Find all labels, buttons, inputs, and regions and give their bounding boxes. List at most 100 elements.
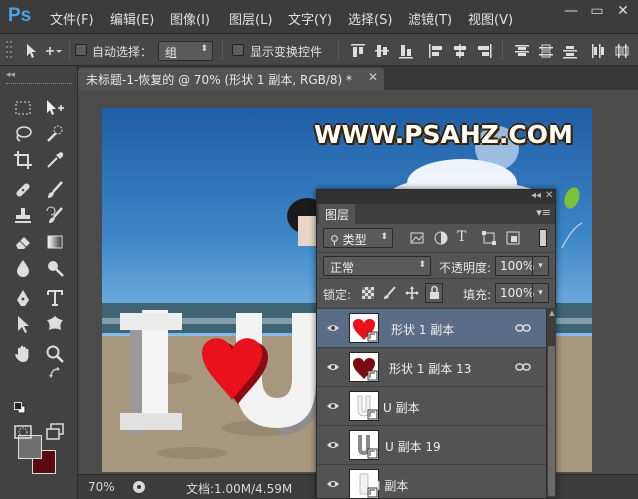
scrollbar-thumb[interactable] — [548, 346, 555, 496]
type-tool-icon[interactable] — [42, 286, 68, 310]
lock-all-icon[interactable] — [425, 283, 443, 303]
distribute-top-icon[interactable] — [514, 43, 530, 59]
filter-shape-icon[interactable] — [481, 230, 497, 246]
auto-select-dropdown[interactable]: 组 ⬍ — [158, 41, 213, 61]
chevron-down-icon[interactable]: ▾ — [532, 284, 548, 302]
menu-file[interactable]: 文件(F) — [50, 9, 94, 28]
align-bottom-icon[interactable] — [398, 43, 414, 59]
layer-row[interactable]: U 副本 — [317, 386, 546, 425]
lock-pixels-icon[interactable] — [383, 286, 397, 300]
zoom-tool-icon[interactable] — [42, 342, 68, 366]
zoom-level[interactable]: 70% — [88, 480, 115, 494]
eyedropper-tool-icon[interactable] — [42, 148, 68, 172]
layer-row[interactable]: 形状 1 副本 13 — [317, 347, 546, 386]
brush-tool-icon[interactable] — [42, 178, 68, 202]
clone-stamp-tool-icon[interactable] — [10, 204, 36, 228]
quick-selection-tool-icon[interactable] — [42, 122, 68, 146]
menu-edit[interactable]: 编辑(E) — [110, 9, 154, 28]
panel-menu-icon[interactable]: ▾≡ — [536, 206, 551, 219]
filter-kind-dropdown[interactable]: ⚲ 类型 ⬍ — [323, 228, 393, 248]
default-colors-icon[interactable] — [14, 402, 26, 414]
status-menu-icon[interactable] — [132, 480, 146, 494]
layer-row[interactable]: 形状 1 副本 — [317, 308, 546, 347]
blend-row: 正常 ⬍ 不透明度: 100% ▾ — [317, 252, 555, 278]
marquee-tool-icon[interactable] — [10, 96, 36, 120]
opacity-field[interactable]: 100% ▾ — [495, 256, 549, 276]
tab-layers[interactable]: 图层 — [319, 204, 356, 224]
align-top-icon[interactable] — [350, 43, 366, 59]
align-right-icon[interactable] — [476, 43, 492, 59]
eye-icon[interactable] — [326, 321, 340, 335]
separator — [338, 40, 339, 60]
history-brush-tool-icon[interactable] — [42, 204, 68, 228]
minimize-button[interactable]: — — [560, 2, 582, 22]
layer-row[interactable]: U 副本 19 — [317, 425, 546, 464]
menu-select[interactable]: 选择(S) — [348, 9, 392, 28]
document-tab-row: 未标题-1-恢复的 @ 70% (形状 1 副本, RGB/8) * ✕ — [0, 66, 638, 90]
path-selection-tool-icon[interactable] — [10, 312, 36, 336]
move-tool-icon[interactable] — [42, 96, 68, 120]
menu-filter[interactable]: 滤镜(T) — [408, 9, 452, 28]
collapse-icon[interactable]: ◂◂ — [6, 70, 15, 80]
filter-smart-object-icon[interactable] — [505, 230, 521, 246]
auto-select-checkbox[interactable] — [75, 44, 87, 56]
layers-panel: ◂◂ ✕ 图层 ▾≡ ⚲ 类型 ⬍ T 正常 ⬍ 不透明度: 100% ▾ 锁定… — [316, 189, 556, 499]
filter-toggle-switch[interactable] — [539, 229, 547, 247]
close-icon[interactable]: ✕ — [368, 70, 378, 84]
align-left-icon[interactable] — [428, 43, 444, 59]
show-transform-checkbox[interactable] — [232, 44, 244, 56]
scroll-up-icon[interactable]: ▲ — [547, 308, 557, 318]
align-vcenter-icon[interactable] — [374, 43, 390, 59]
menu-view[interactable]: 视图(V) — [468, 9, 513, 28]
menu-type[interactable]: 文字(Y) — [288, 9, 332, 28]
eraser-tool-icon[interactable] — [10, 230, 36, 254]
menu-layer[interactable]: 图层(L) — [229, 9, 272, 28]
chevron-updown-icon: ⬍ — [380, 232, 388, 242]
fill-field[interactable]: 100% ▾ — [495, 283, 549, 303]
eye-icon[interactable] — [326, 477, 340, 491]
swap-colors-icon[interactable] — [48, 366, 62, 380]
pen-tool-icon[interactable] — [10, 286, 36, 310]
layer-row[interactable]: I 副本 — [317, 464, 546, 499]
lock-transparent-icon[interactable] — [361, 286, 375, 300]
quick-mask-icon[interactable] — [10, 420, 36, 444]
photoshop-logo: Ps — [8, 5, 32, 26]
menu-image[interactable]: 图像(I) — [170, 9, 210, 28]
healing-brush-tool-icon[interactable] — [10, 178, 36, 202]
blend-mode-dropdown[interactable]: 正常 ⬍ — [323, 256, 431, 276]
filter-adjustment-icon[interactable] — [433, 230, 449, 246]
move-tool-preset-icon[interactable] — [24, 42, 64, 60]
eye-icon[interactable] — [326, 360, 340, 374]
eye-icon[interactable] — [326, 399, 340, 413]
align-hcenter-icon[interactable] — [452, 43, 468, 59]
document-tab[interactable]: 未标题-1-恢复的 @ 70% (形状 1 副本, RGB/8) * ✕ — [78, 68, 384, 90]
chevron-down-icon[interactable]: ▾ — [532, 257, 548, 275]
lock-position-icon[interactable] — [405, 286, 419, 300]
distribute-left-icon[interactable] — [590, 43, 606, 59]
lasso-tool-icon[interactable] — [10, 122, 36, 146]
custom-shape-tool-icon[interactable] — [42, 312, 68, 336]
screen-mode-icon[interactable] — [42, 420, 68, 444]
filter-type-icon[interactable]: T — [457, 229, 473, 245]
distribute-vcenter-icon[interactable] — [538, 43, 554, 59]
separator — [502, 40, 503, 60]
document-tab-title: 未标题-1-恢复的 @ 70% (形状 1 副本, RGB/8) * — [86, 73, 353, 87]
opacity-value: 100% — [500, 259, 535, 273]
blur-tool-icon[interactable] — [10, 256, 36, 280]
show-transform-label: 显示变换控件 — [250, 45, 323, 59]
restore-button[interactable]: ▭ — [586, 2, 608, 22]
eye-icon[interactable] — [326, 438, 340, 452]
distribute-bottom-icon[interactable] — [562, 43, 578, 59]
collapse-panel-icon[interactable]: ◂◂ — [531, 190, 541, 201]
close-window-button[interactable]: ✕ — [612, 2, 634, 22]
filter-pixel-icon[interactable] — [409, 230, 425, 246]
hand-tool-icon[interactable] — [10, 342, 36, 366]
menu-bar: Ps 文件(F) 编辑(E) 图像(I) 图层(L) 文字(Y) 选择(S) 滤… — [0, 0, 638, 34]
gradient-tool-icon[interactable] — [42, 230, 68, 254]
dodge-tool-icon[interactable] — [42, 256, 68, 280]
link-icon — [515, 322, 531, 337]
crop-tool-icon[interactable] — [10, 148, 36, 172]
close-panel-icon[interactable]: ✕ — [545, 190, 553, 201]
distribute-hcenter-icon[interactable] — [614, 43, 630, 59]
layers-scrollbar[interactable]: ▲ — [546, 308, 556, 498]
